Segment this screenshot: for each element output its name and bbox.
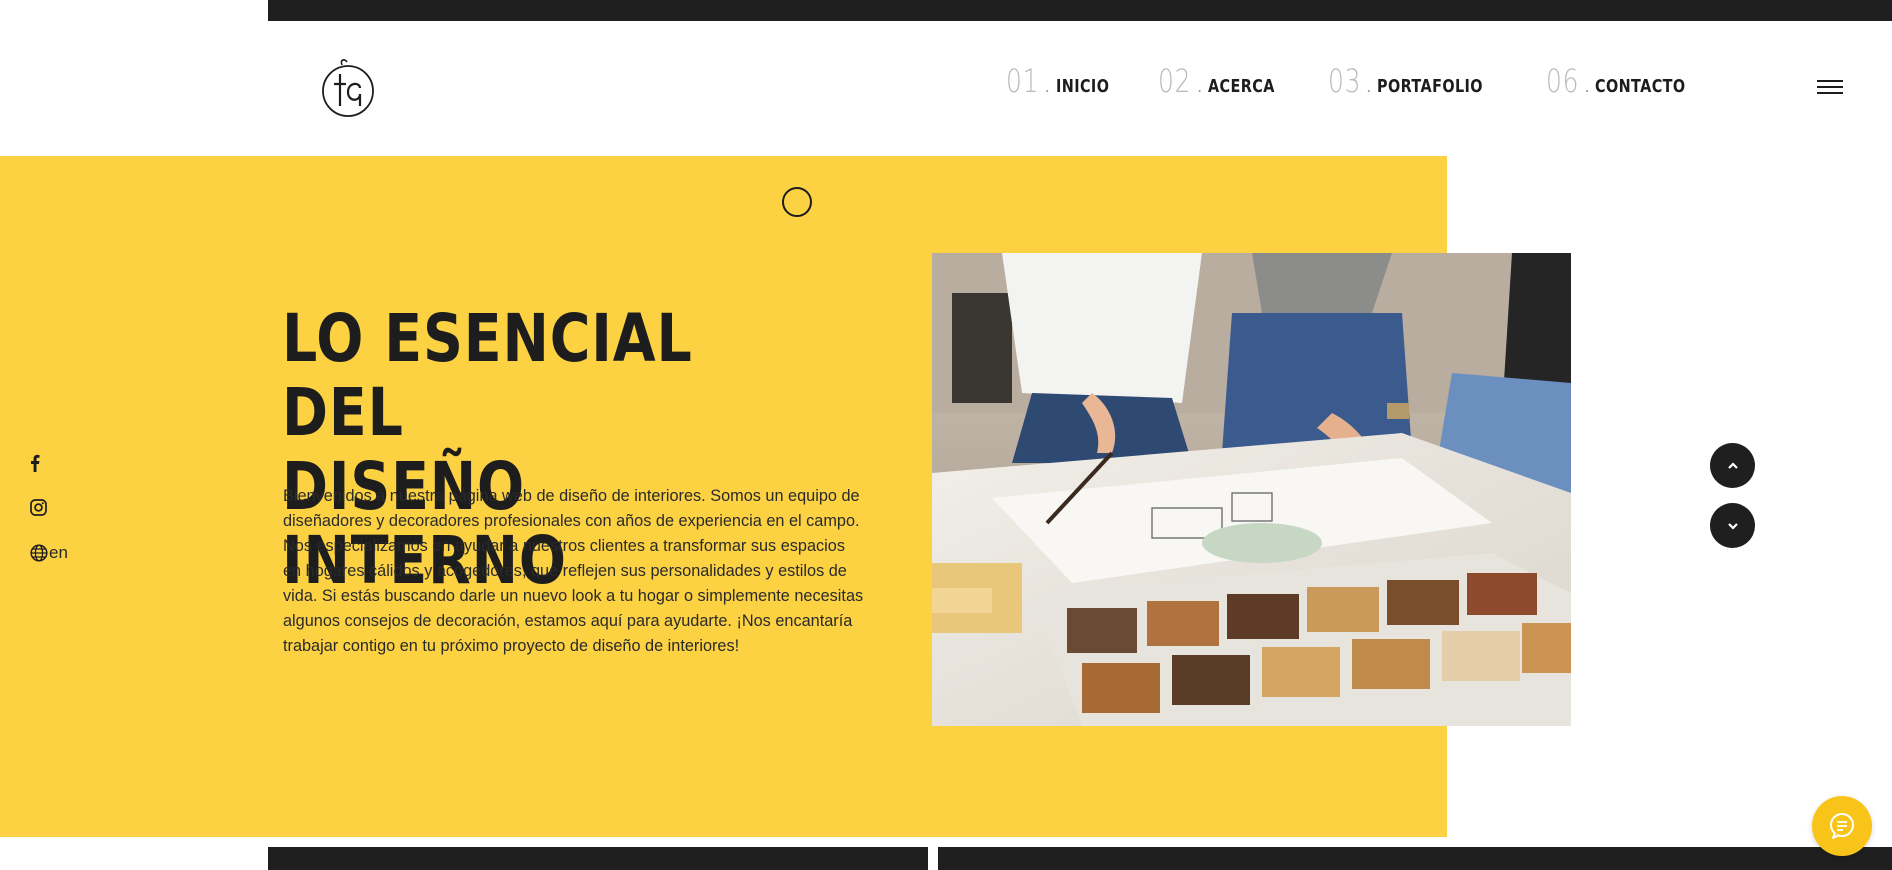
hero-image [932,253,1571,726]
chevron-down-icon [1727,522,1738,530]
ta-monogram-logo-icon [322,59,374,117]
language-label: en [49,542,68,562]
nav-item-inicio[interactable]: 01 . INICIO [1006,62,1122,100]
chevron-up-icon [1727,461,1738,469]
main-nav: 01 . INICIO 02 . ACERCA 03 . PORTAFOLIO … [1006,62,1745,100]
nav-number: 01 [1006,62,1040,100]
hero-title-line-1: LO ESENCIAL DEL [282,300,693,451]
hero-description: Bienvenidos a nuestra página web de dise… [283,487,864,655]
nav-dot: . [1366,76,1372,96]
bottom-panel-right [938,847,1892,870]
language-switcher[interactable]: en [30,530,68,575]
nav-label: ACERCA [1208,76,1275,97]
nav-dot: . [1044,76,1050,96]
nav-number: 06 [1545,62,1580,100]
chat-button[interactable] [1812,796,1872,856]
site-logo[interactable] [320,56,376,122]
nav-label: CONTACTO [1595,76,1687,97]
social-links: en [30,440,68,575]
decorative-circle [782,187,812,217]
hamburger-menu-icon[interactable] [1817,80,1843,98]
scroll-down-button[interactable] [1710,503,1755,548]
nav-item-acerca[interactable]: 02 . ACERCA [1158,62,1291,100]
facebook-icon [31,454,40,472]
nav-item-contacto[interactable]: 06 . CONTACTO [1546,62,1709,100]
nav-label: INICIO [1055,76,1110,97]
instagram-icon [30,499,47,516]
designers-photo [932,253,1571,726]
top-bar [268,0,1892,21]
chat-bubble-icon [1830,813,1854,839]
nav-dot: . [1584,76,1590,96]
nav-number: 02 [1158,62,1192,100]
nav-dot: . [1197,76,1203,96]
nav-label: PORTAFOLIO [1377,76,1484,97]
scroll-up-button[interactable] [1710,443,1755,488]
nav-number: 03 [1327,62,1361,100]
instagram-link[interactable] [30,485,68,530]
facebook-link[interactable] [30,440,68,485]
bottom-panel-left [268,847,928,870]
nav-item-portafolio[interactable]: 03 . PORTAFOLIO [1328,62,1510,100]
globe-icon [30,543,48,562]
